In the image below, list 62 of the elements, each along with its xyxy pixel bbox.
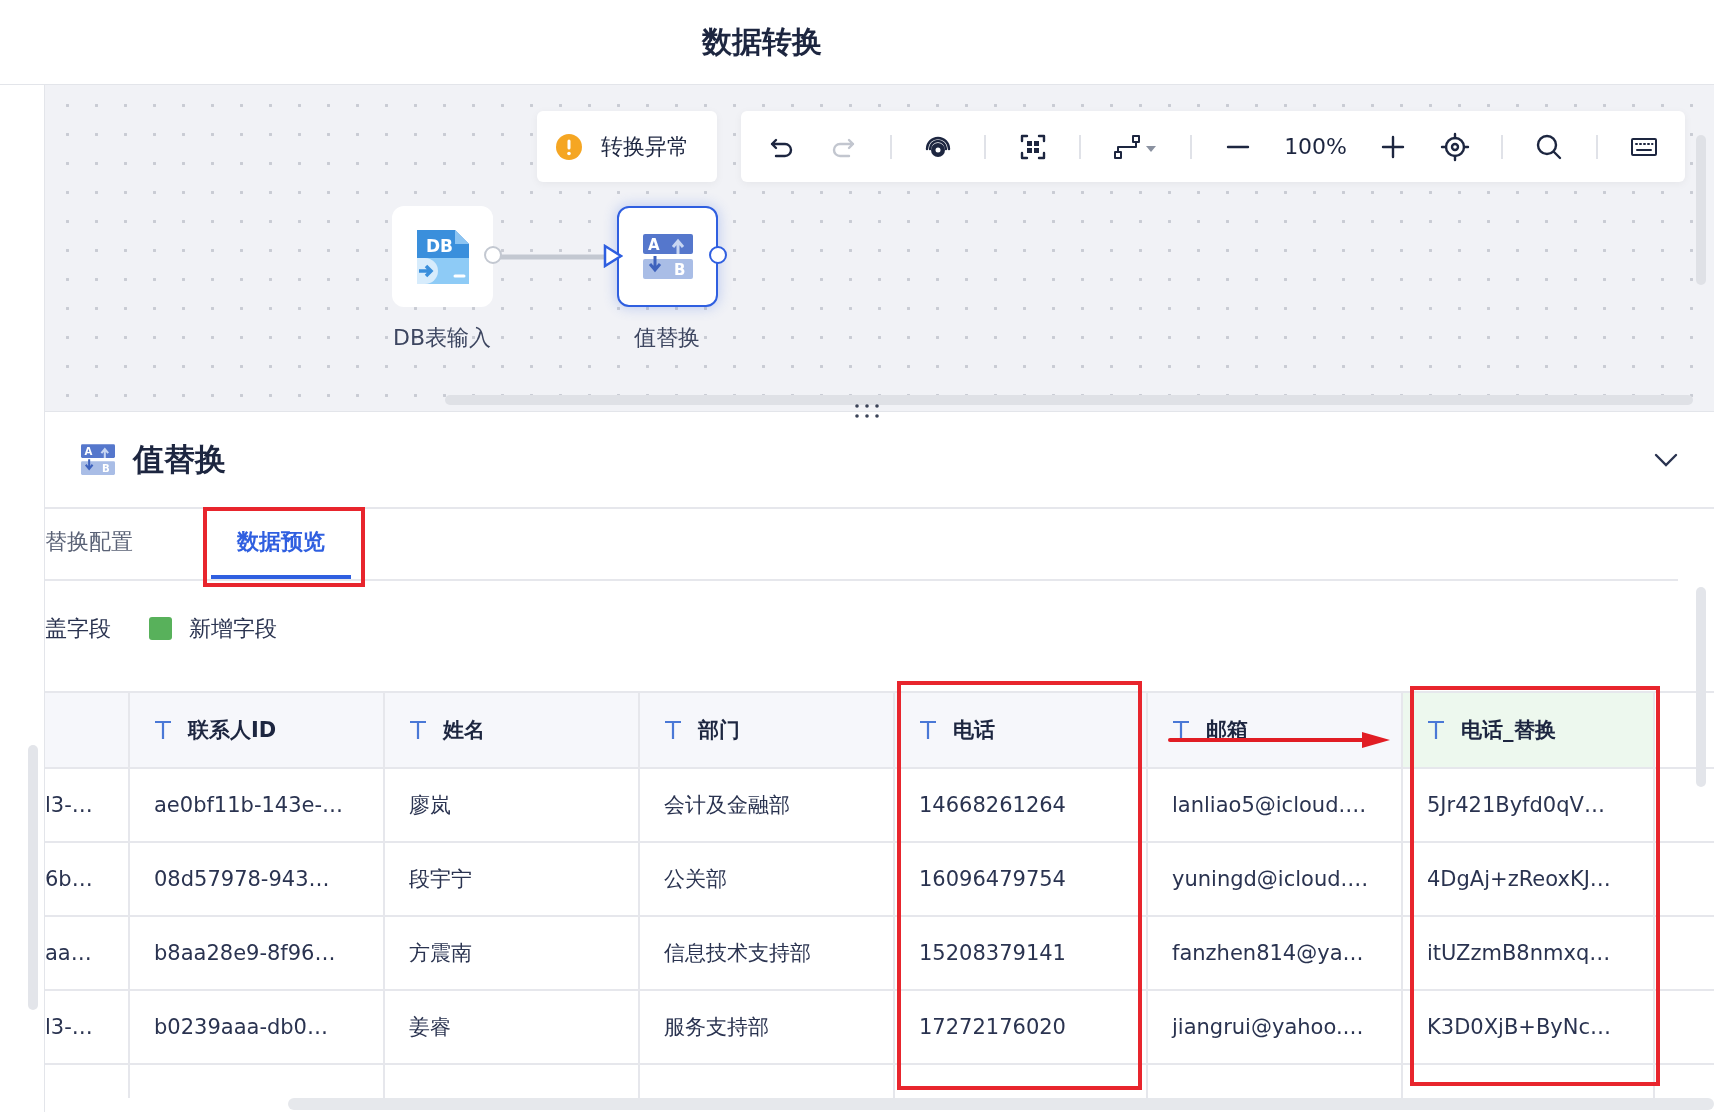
flow-node[interactable]: A B xyxy=(617,206,718,307)
node-label: DB表输入 xyxy=(391,324,492,352)
table-cell: 17272176020 xyxy=(919,1015,1066,1039)
table-cell-text: 服务支持部 xyxy=(664,1014,769,1041)
table-cell: lanliao5@icloud.… xyxy=(1172,793,1367,817)
table-cell: b0239aaa-db0… xyxy=(154,1015,328,1039)
scrollbar[interactable] xyxy=(288,1098,1714,1110)
legend-label: 盖字段 xyxy=(45,614,111,643)
table-cell: 14668261264 xyxy=(919,793,1066,817)
text-type-icon xyxy=(409,720,427,740)
column-label: 姓名 xyxy=(443,717,485,744)
column-label: 电话_替换 xyxy=(1461,717,1556,744)
flow-node[interactable]: DB xyxy=(392,206,493,307)
table-cell: 5Jr421Byfd0qV… xyxy=(1427,793,1605,817)
table-cell: jiangrui@yahoo.… xyxy=(1172,1015,1364,1039)
table-cell: 4DgAj+zReoxKJ… xyxy=(1427,867,1611,891)
table-cell: fanzhen814@ya… xyxy=(1172,941,1364,965)
column-label: 部门 xyxy=(698,717,740,744)
chevron-icon[interactable] xyxy=(1654,452,1678,467)
tab[interactable]: 数据预览 xyxy=(211,509,351,579)
table-cell: itUZzmB8nmxq… xyxy=(1427,941,1611,965)
table-cell: yuningd@icloud.… xyxy=(1172,867,1369,891)
scrollbar[interactable] xyxy=(28,745,38,1010)
table-cell-text: 姜睿 xyxy=(409,1014,451,1041)
table-cell: 15208379141 xyxy=(919,941,1066,965)
database-file-icon: DB xyxy=(416,229,469,284)
table-cell: aa… xyxy=(45,941,92,965)
text-type-icon xyxy=(1427,720,1445,740)
panel-title: 值替换 xyxy=(133,439,226,479)
table-cell-text: 廖岚 xyxy=(409,792,451,819)
table-cell: b8aa28e9-8f96… xyxy=(154,941,336,965)
column-label: 电话 xyxy=(953,717,995,744)
table-cell: 08d57978-943… xyxy=(154,867,330,891)
text-type-icon xyxy=(1172,720,1190,740)
column-label: 联系人ID xyxy=(188,717,277,744)
drag-handle-icon[interactable] xyxy=(854,403,880,419)
warning-icon xyxy=(555,132,583,161)
table-cell-text: 信息技术支持部 xyxy=(664,940,811,967)
text-type-icon xyxy=(919,720,937,740)
table-cell: 16096479754 xyxy=(919,867,1066,891)
text-type-icon xyxy=(664,720,682,740)
node-label: 值替换 xyxy=(633,324,701,352)
crosshair-icon[interactable] xyxy=(1439,131,1470,162)
table-cell: l3-… xyxy=(45,1015,93,1039)
scrollbar[interactable] xyxy=(445,395,1693,405)
window-title: 数据转换 xyxy=(702,22,822,61)
table-cell: ae0bf11b-143e-… xyxy=(154,793,344,817)
legend-label: 新增字段 xyxy=(189,614,277,643)
status-chip[interactable]: 转换异常 xyxy=(537,111,717,182)
scrollbar[interactable] xyxy=(1696,587,1706,787)
text-type-icon xyxy=(154,720,172,740)
table-cell: K3D0XjB+ByNc… xyxy=(1427,1015,1611,1039)
tab[interactable]: 替换配置 xyxy=(45,509,133,579)
zoom-level: 100% xyxy=(1284,134,1348,159)
table-cell: 6b… xyxy=(45,867,93,891)
output-port[interactable] xyxy=(709,246,727,264)
table-cell: l3-… xyxy=(45,793,93,817)
table-cell-text: 段宇宁 xyxy=(409,866,472,893)
input-port-icon[interactable] xyxy=(603,244,623,268)
table-cell-text: 会计及金融部 xyxy=(664,792,790,819)
table-cell-text: 公关部 xyxy=(664,866,727,893)
table-cell-text: 方震南 xyxy=(409,940,472,967)
